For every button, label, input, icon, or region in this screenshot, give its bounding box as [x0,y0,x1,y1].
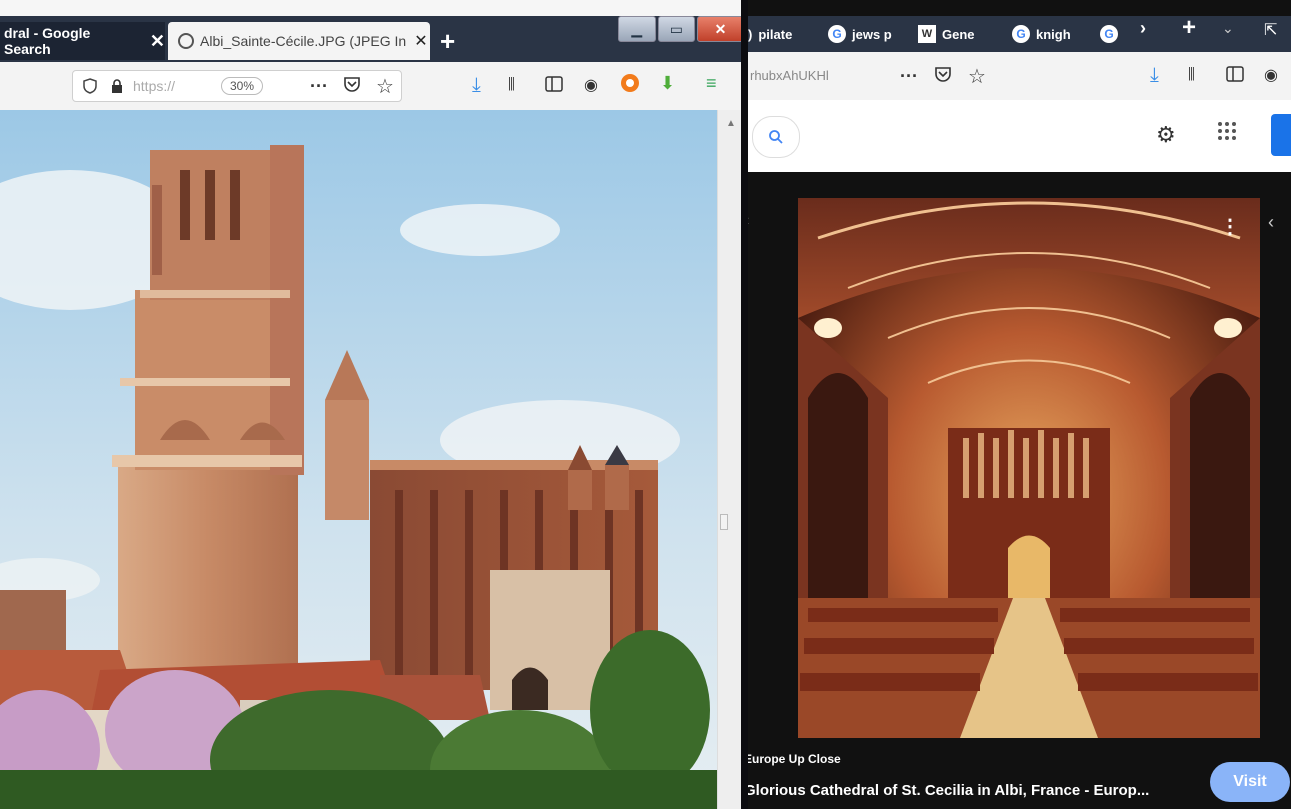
tab-label: pilate [758,26,793,42]
albi-cathedral-exterior-image [0,110,717,809]
extension-orange-icon[interactable] [620,73,640,93]
new-tab-button[interactable]: + [1182,14,1196,42]
tab-label: dral - Google Search [4,25,91,57]
right-browser-window: ) pilate G jews p W Gene G knigh G › + ⌄ … [748,0,1291,809]
tab-label: knigh [1036,26,1071,42]
next-image-icon[interactable]: ‹ [1268,212,1274,233]
sign-in-button[interactable] [1271,114,1291,156]
tab-albi-image[interactable]: Albi_Sainte-Cécile.JPG (JPEG In ✕ [168,22,430,60]
account-icon[interactable]: ◉ [584,75,598,95]
apps-grid-icon[interactable] [1216,120,1238,147]
tab-google-5[interactable]: G [1100,18,1124,50]
url-text: https:// [133,78,176,94]
new-tab-button[interactable]: + [440,26,455,57]
right-navigation-bar: rhubxAhUKHl ··· ☆ ⤓ ⫼ ◉ [748,52,1291,100]
image-favicon-icon [178,33,194,49]
tab-pilate[interactable]: ) pilate [748,18,792,50]
shield-icon[interactable] [83,78,97,94]
sidebar-icon[interactable] [1226,66,1244,82]
tab-jews[interactable]: G jews p [828,18,892,50]
sidebar-icon[interactable] [545,76,563,92]
wordpress-favicon-icon: W [918,25,936,43]
tab-gene[interactable]: W Gene [918,18,975,50]
chevron-down-icon[interactable]: ⌄ [1222,20,1234,37]
scroll-up-arrow-icon[interactable]: ▲ [726,118,736,129]
library-icon[interactable]: ⫼ [508,76,515,93]
close-window-button[interactable]: ✕ [697,16,744,42]
tab-google-search[interactable]: dral - Google Search ✕ [0,22,165,60]
google-favicon-icon: G [1100,25,1118,43]
extension-green-arrow-icon[interactable]: ⬇ [660,73,675,94]
mouse-cursor-icon: ⇱ [1264,22,1278,39]
bookmark-star-icon[interactable]: ☆ [376,74,394,99]
right-tab-bar: ) pilate G jews p W Gene G knigh G › + ⌄ … [748,14,1291,52]
page-actions-menu[interactable]: ··· [900,66,918,87]
tab-label: Gene [942,26,975,42]
google-favicon-icon: G [828,25,846,43]
settings-gear-icon[interactable]: ⚙ [1156,122,1176,148]
page-actions-menu[interactable]: ··· [310,76,328,97]
search-icon[interactable] [752,116,800,158]
left-navigation-bar: https:// 30% ··· ☆ ⤓ ⫼ ◉ ⬇ ≡ [0,62,745,111]
scrollbar-grip[interactable] [720,514,728,530]
visit-button[interactable]: Visit [1210,762,1290,802]
lock-icon[interactable] [111,79,123,93]
close-icon[interactable]: ✕ [150,31,165,52]
image-preview-panel: ‹ [748,172,1291,809]
account-icon[interactable]: ◉ [1264,65,1278,85]
zoom-level-badge[interactable]: 30% [221,77,264,95]
tab-label: Albi_Sainte-Cécile.JPG (JPEG In [200,33,407,49]
pocket-icon[interactable] [343,76,361,92]
url-fragment[interactable]: rhubxAhUKHl [750,68,829,83]
minimize-button[interactable]: ▁ [618,16,656,42]
window-controls: ▁ ▭ ✕ [618,16,745,44]
albi-cathedral-interior-image[interactable] [798,198,1260,738]
source-site-name[interactable]: Europe Up Close [748,752,841,766]
image-page-title[interactable]: Glorious Cathedral of St. Cecilia in Alb… [748,782,1149,799]
bookmark-star-icon[interactable]: ☆ [968,64,986,89]
download-icon[interactable]: ⤓ [1150,64,1159,87]
download-icon[interactable]: ⤓ [472,74,481,97]
left-browser-window: dral - Google Search ✕ Albi_Sainte-Cécil… [0,0,745,809]
menu-update-icon[interactable]: ≡ [706,73,717,94]
close-icon[interactable]: ✕ [414,31,427,51]
maximize-button[interactable]: ▭ [657,16,696,42]
google-favicon-icon: G [1012,25,1030,43]
tab-knight[interactable]: G knigh [1012,18,1071,50]
pocket-icon[interactable] [934,66,952,82]
previous-image-icon[interactable]: ‹ [748,212,749,230]
tab-label: jews p [852,26,892,42]
google-images-header: ⚙ [748,100,1291,172]
more-options-icon[interactable]: ⋮ [1220,214,1240,239]
tab-scroll-right-icon[interactable]: › [1140,18,1146,39]
library-icon[interactable]: ⫼ [1188,66,1195,83]
